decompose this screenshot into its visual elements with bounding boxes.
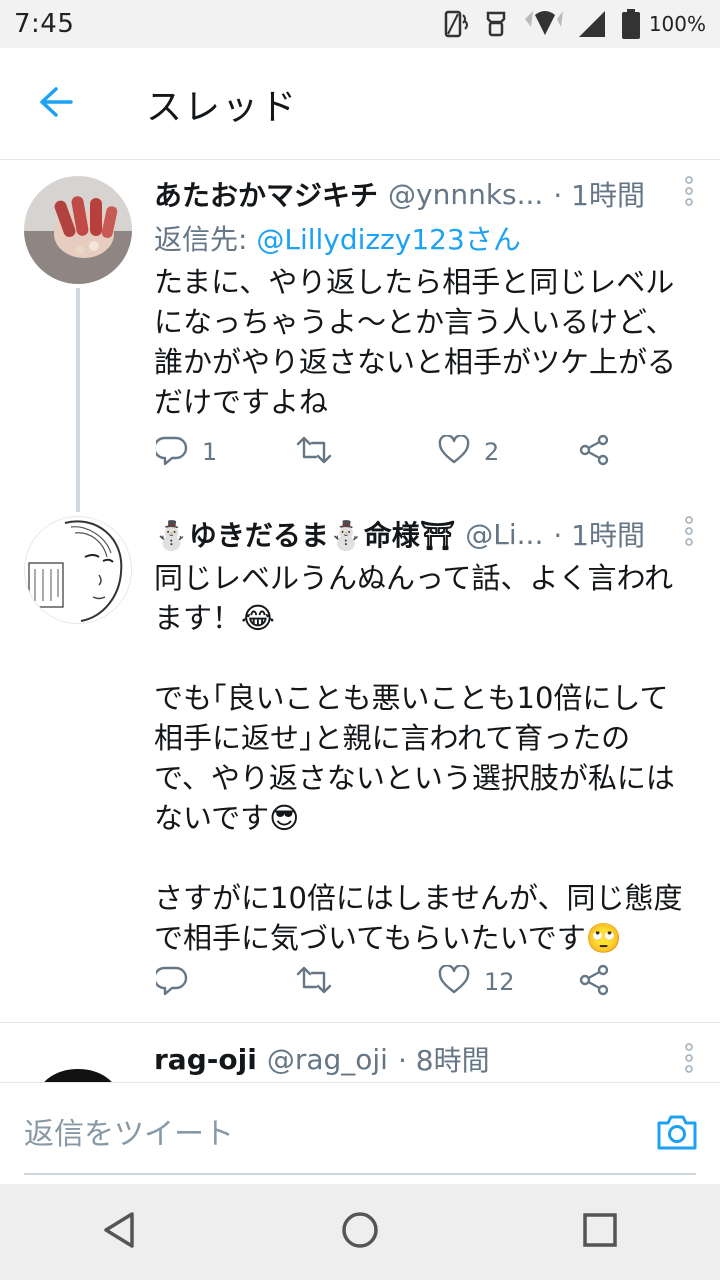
tweet-content: rag-oji @rag_oji · 8時間 [154, 1037, 704, 1081]
retweet-icon [296, 435, 332, 469]
timestamp: · 1時間 [553, 519, 645, 552]
tweet-content: ⛄ゆきだるま⛄命様⛩ @Li... · 1時間 同じレベルうんぬんって話、よく言… [154, 512, 704, 958]
thread-list: あたおかマジキチ @ynnnks... · 1時間 返信先: @Lillydiz… [0, 160, 720, 1082]
tweet-content: あたおかマジキチ @ynnnks... · 1時間 返信先: @Lillydiz… [154, 172, 704, 422]
share-icon [578, 434, 610, 470]
tweet-text: たまに、やり返したら相手と同じレベル になっちゃうよ〜とか言う人いるけど、 誰か… [154, 265, 677, 419]
triangle-back-icon [100, 1210, 140, 1254]
handle[interactable]: @rag_oji [267, 1043, 388, 1076]
vibrate-icon [483, 9, 509, 39]
retweet-button[interactable] [296, 965, 332, 999]
tweet-text: 同じレベルうんぬんって話、よく言われ ます！😂 でも｢良いことも悪いことも10倍… [154, 561, 683, 955]
thread-connector [76, 288, 80, 510]
tweet[interactable]: あたおかマジキチ @ynnnks... · 1時間 返信先: @Lillydiz… [0, 160, 720, 510]
avatar[interactable] [24, 176, 132, 284]
tweet-header: ⛄ゆきだるま⛄命様⛩ @Li... · 1時間 [154, 512, 704, 556]
nav-home-button[interactable] [312, 1184, 408, 1280]
status-icons: 100% [443, 8, 706, 40]
display-name[interactable]: rag-oji [154, 1043, 257, 1076]
retweet-button[interactable] [296, 435, 332, 469]
like-button[interactable]: 12 [438, 964, 515, 999]
tweet-header: あたおかマジキチ @ynnnks... · 1時間 [154, 172, 704, 216]
thread-connector [76, 488, 80, 512]
camera-icon [656, 1115, 698, 1155]
signal-icon [577, 9, 607, 39]
app-bar: スレッド [0, 48, 720, 160]
arrow-left-icon [38, 86, 74, 122]
more-vertical-icon[interactable] [684, 516, 694, 550]
tweet[interactable]: ⛄ゆきだるま⛄命様⛩ @Li... · 1時間 同じレベルうんぬんって話、よく言… [0, 488, 720, 1022]
share-button[interactable] [578, 434, 610, 470]
battery-icon [621, 8, 641, 40]
circle-home-icon [340, 1210, 380, 1254]
reply-to: 返信先: @Lillydizzy123さん [154, 220, 704, 260]
display-name[interactable]: ⛄ゆきだるま⛄命様⛩ [154, 514, 455, 554]
avatar[interactable] [24, 1067, 132, 1082]
camera-button[interactable] [656, 1113, 698, 1155]
page-title: スレッド [146, 86, 299, 128]
status-bar: 7:45 100% [0, 0, 720, 48]
reply-composer: 返信をツイート [0, 1082, 720, 1184]
square-recents-icon [580, 1210, 620, 1254]
more-vertical-icon[interactable] [684, 176, 694, 210]
system-nav-bar [0, 1184, 720, 1280]
heart-icon [438, 964, 470, 999]
more-vertical-icon[interactable] [684, 1043, 694, 1077]
share-button[interactable] [578, 964, 610, 1000]
reply-to-mention[interactable]: @Lillydizzy123さん [256, 223, 520, 256]
avatar[interactable] [24, 516, 132, 624]
screen-rotate-icon [443, 9, 469, 39]
display-name[interactable]: あたおかマジキチ [154, 174, 378, 214]
reply-button[interactable] [153, 964, 188, 1000]
reply-input[interactable]: 返信をツイート [24, 1103, 696, 1175]
reply-icon [153, 964, 188, 1000]
battery-percent: 100% [648, 12, 706, 36]
share-icon [578, 964, 610, 1000]
tweet-header: rag-oji @rag_oji · 8時間 [154, 1037, 704, 1081]
back-button[interactable] [0, 48, 112, 160]
reply-icon [153, 434, 188, 470]
like-count: 12 [484, 968, 515, 996]
status-time: 7:45 [14, 9, 75, 39]
timestamp: · 8時間 [397, 1044, 490, 1077]
tweet[interactable]: rag-oji @rag_oji · 8時間 [0, 1023, 720, 1082]
wifi-icon [523, 9, 563, 39]
timestamp: · 1時間 [553, 179, 645, 212]
retweet-icon [296, 965, 332, 999]
heart-icon [438, 434, 470, 469]
tweet-actions: 12 [153, 962, 634, 1002]
reply-to-prefix: 返信先: [154, 223, 257, 256]
like-count: 2 [484, 438, 500, 466]
reply-button[interactable]: 1 [153, 434, 218, 470]
nav-recents-button[interactable] [552, 1184, 648, 1280]
handle[interactable]: @Li... [465, 518, 543, 551]
handle[interactable]: @ynnnks... [388, 178, 543, 211]
tweet-actions: 1 2 [153, 432, 634, 472]
reply-count: 1 [202, 438, 218, 466]
like-button[interactable]: 2 [438, 434, 500, 469]
nav-back-button[interactable] [72, 1184, 168, 1280]
